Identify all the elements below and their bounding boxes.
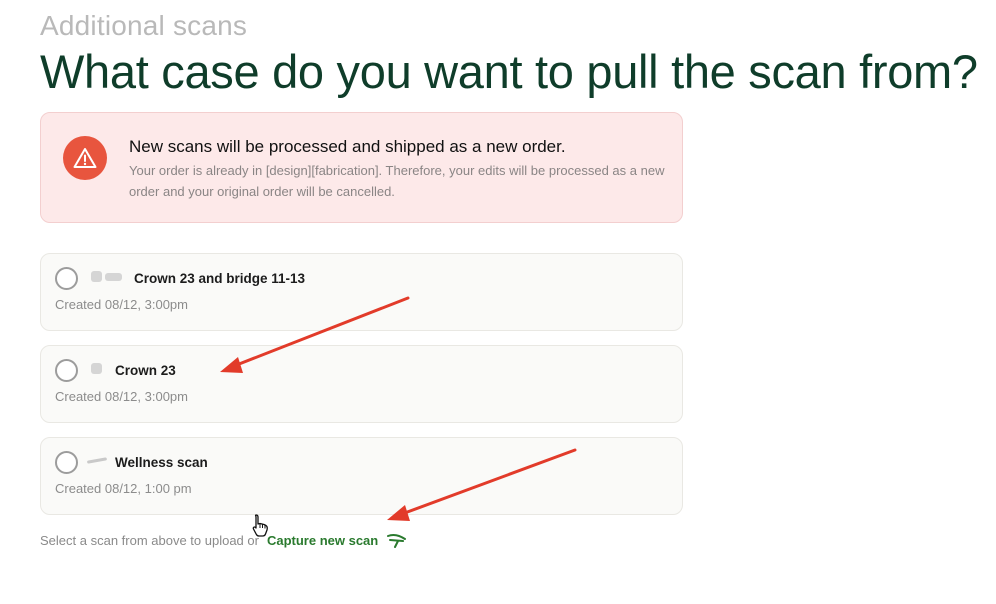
arch-thumbnail-icon [86,457,108,464]
page-eyebrow: Additional scans [40,10,248,41]
bridge-thumbnail-icon [105,272,122,281]
tooth-thumbnail-icon [91,271,102,282]
scan-created-date: Created 08/12, 3:00pm [55,297,188,312]
warning-triangle-icon [63,136,107,180]
scanner-wand-icon[interactable] [386,532,408,548]
scan-name: Crown 23 [115,363,176,378]
scan-name: Crown 23 and bridge 11-13 [134,271,306,286]
scan-created-date: Created 08/12, 3:00pm [55,389,188,404]
additional-scans-page: Additional scans What case do you want t… [0,0,996,604]
new-order-alert: New scans will be processed and shipped … [40,112,683,223]
scan-option-crown-23-bridge[interactable]: Crown 23 and bridge 11-13 Created 08/12,… [40,253,683,331]
capture-new-scan-link[interactable]: Capture new scan [267,533,378,548]
scan-option-crown-23[interactable]: Crown 23 Created 08/12, 3:00pm [40,345,683,423]
alert-body: Your order is already in [design][fabric… [129,163,665,199]
scan-created-date: Created 08/12, 1:00 pm [55,481,192,496]
scan-thumbnail-icons [86,457,108,464]
scan-thumbnail-icons [91,363,102,374]
footer-prompt: Select a scan from above to upload or [40,532,259,548]
scan-radio[interactable] [55,359,78,382]
tooth-thumbnail-icon [91,363,102,374]
scan-footer: Select a scan from above to upload or Ca… [40,532,408,548]
scan-thumbnail-icons [91,271,122,282]
scan-name: Wellness scan [115,455,208,470]
alert-title: New scans will be processed and shipped … [129,137,566,156]
scan-option-wellness[interactable]: Wellness scan Created 08/12, 1:00 pm [40,437,683,515]
scan-radio[interactable] [55,451,78,474]
page-title: What case do you want to pull the scan f… [40,45,978,98]
scan-radio[interactable] [55,267,78,290]
